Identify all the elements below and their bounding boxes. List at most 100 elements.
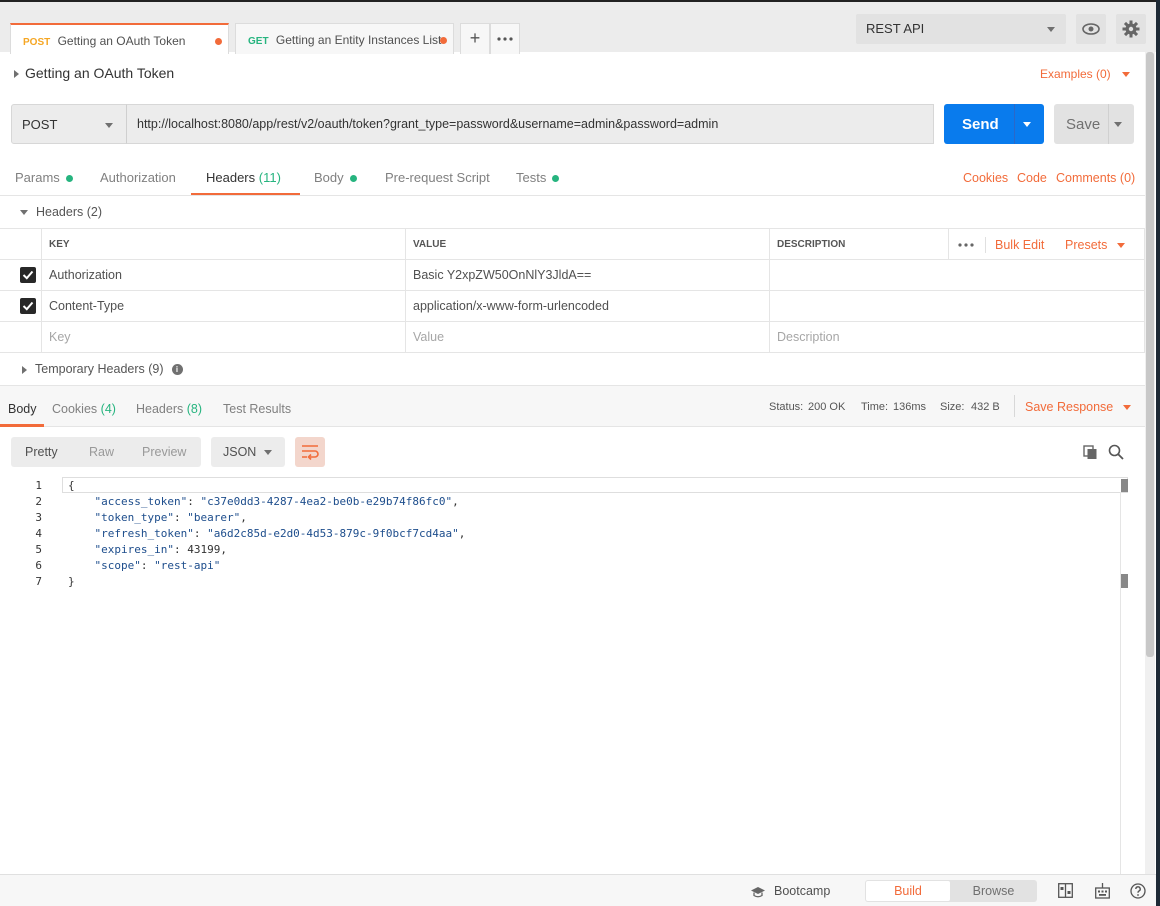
tab-label: Headers <box>206 170 256 185</box>
header-value-input[interactable]: application/x-www-form-urlencoded <box>405 291 769 322</box>
build-browse-toggle: Build Browse <box>865 880 1037 902</box>
size-value: 432 B <box>971 401 1000 413</box>
table-row-new: Key Value Description <box>0 322 1145 353</box>
bootcamp-label: Bootcamp <box>774 884 831 898</box>
help-icon[interactable] <box>1130 883 1146 899</box>
wrap-lines-button[interactable] <box>295 437 325 467</box>
headers-section-toggle[interactable]: Headers (2) <box>20 205 102 219</box>
response-tab-cookies[interactable]: Cookies (4) <box>52 402 116 416</box>
comments-link[interactable]: Comments (0) <box>1056 171 1135 185</box>
json-punct: , <box>220 543 227 556</box>
json-value: "rest-api" <box>154 559 221 572</box>
tab-method: POST <box>23 37 51 48</box>
json-key: "token_type" <box>94 511 174 524</box>
send-label: Send <box>962 116 999 133</box>
divider <box>1014 395 1015 417</box>
header-value-input[interactable]: Basic Y2xpZW50OnNlY3JldA== <box>405 260 769 291</box>
bulk-edit-link[interactable]: Bulk Edit <box>995 238 1044 252</box>
environment-label: REST API <box>866 21 925 36</box>
language-select[interactable]: JSON <box>211 437 285 467</box>
tab-headers[interactable]: Headers (11) <box>206 170 281 185</box>
tab-getting-oauth-token[interactable]: POST Getting an OAuth Token <box>10 23 229 54</box>
environment-select[interactable]: REST API <box>856 14 1066 44</box>
chevron-down-icon <box>105 123 113 128</box>
temporary-headers-toggle[interactable]: Temporary Headers (9) i <box>22 362 183 376</box>
tab-count: (8) <box>186 402 203 416</box>
main-scrollbar-thumb[interactable] <box>1146 52 1154 657</box>
cookies-link[interactable]: Cookies <box>963 171 1008 185</box>
url-input[interactable]: http://localhost:8080/app/rest/v2/oauth/… <box>126 104 934 144</box>
divider <box>0 195 1145 196</box>
tab-body[interactable]: Body <box>314 170 357 185</box>
line-number: 7 <box>35 575 42 588</box>
json-key: "expires_in" <box>94 543 174 556</box>
line-number: 6 <box>35 559 42 572</box>
tab-params[interactable]: Params <box>15 170 73 185</box>
environment-quick-look-button[interactable] <box>1076 14 1106 44</box>
send-button[interactable]: Send <box>944 104 1044 144</box>
bootcamp-button[interactable]: Bootcamp <box>750 884 830 898</box>
header-key-input[interactable]: Content-Type <box>41 291 405 322</box>
header-description-input[interactable] <box>769 260 1145 291</box>
keyboard-shortcuts-icon[interactable] <box>1095 883 1110 899</box>
code-link[interactable]: Code <box>1017 171 1047 185</box>
tab-options-button[interactable] <box>490 23 520 54</box>
two-pane-view-icon[interactable] <box>1058 883 1073 898</box>
request-title[interactable]: Getting an OAuth Token <box>14 65 174 81</box>
browse-button[interactable]: Browse <box>951 881 1036 901</box>
send-options-chevron-icon[interactable] <box>1023 122 1031 127</box>
tab-label: Tests <box>516 170 547 185</box>
new-value-input[interactable]: Value <box>405 322 769 353</box>
json-value: "bearer" <box>187 511 241 524</box>
method-select[interactable]: POST <box>11 104 127 144</box>
response-body-editor[interactable]: 1 { 2 "access_token": "c37e0dd3-4287-4ea… <box>0 476 1130 876</box>
save-response-dropdown[interactable]: Save Response <box>1025 400 1131 414</box>
top-bar: POST Getting an OAuth Token GET Getting … <box>0 0 1160 54</box>
status-dot-icon <box>65 175 73 183</box>
copy-icon[interactable] <box>1083 445 1098 460</box>
tab-count: (11) <box>258 170 281 185</box>
table-header-row: KEY VALUE DESCRIPTION Bulk Edit Presets <box>0 228 1145 260</box>
collapse-triangle-icon <box>20 210 28 216</box>
tab-method: GET <box>248 36 269 47</box>
tab-prerequest-script[interactable]: Pre-request Script <box>385 170 490 185</box>
header-enabled-checkbox[interactable] <box>20 298 36 314</box>
save-label: Save <box>1066 116 1101 133</box>
format-mode-group: Pretty Raw Preview <box>11 437 201 467</box>
response-tab-test-results[interactable]: Test Results <box>223 402 291 416</box>
json-key: "refresh_token" <box>94 527 194 540</box>
gear-icon <box>1122 20 1140 38</box>
new-description-input[interactable]: Description <box>769 322 1145 353</box>
preview-button[interactable]: Preview <box>142 445 186 459</box>
header-description-input[interactable] <box>769 291 1145 322</box>
tab-authorization[interactable]: Authorization <box>100 170 176 185</box>
response-tab-body[interactable]: Body <box>8 402 37 416</box>
manage-environments-button[interactable] <box>1116 14 1146 44</box>
tab-label: Params <box>15 170 60 185</box>
save-divider <box>1108 104 1109 144</box>
tab-getting-entity-list[interactable]: GET Getting an Entity Instances List <box>235 23 454 54</box>
code-line: "token_type": "bearer", <box>94 511 247 524</box>
json-value: "a6d2c85d-e2d0-4d53-879c-9f0bcf7cd4aa" <box>207 527 459 540</box>
new-key-input[interactable]: Key <box>41 322 405 353</box>
presets-dropdown[interactable]: Presets <box>1065 238 1125 252</box>
new-tab-button[interactable]: + <box>460 23 490 54</box>
more-dots-icon[interactable] <box>958 243 974 247</box>
raw-button[interactable]: Raw <box>89 445 114 459</box>
response-tab-headers[interactable]: Headers (8) <box>136 402 202 416</box>
line-number: 3 <box>35 511 42 524</box>
save-button[interactable]: Save <box>1054 104 1134 144</box>
line-number: 2 <box>35 495 42 508</box>
tab-title: Getting an Entity Instances List <box>275 33 442 47</box>
tab-tests[interactable]: Tests <box>516 170 560 185</box>
header-key-input[interactable]: Authorization <box>41 260 405 291</box>
search-icon[interactable] <box>1108 444 1124 460</box>
graduation-cap-icon <box>751 886 765 898</box>
build-button[interactable]: Build <box>866 881 950 901</box>
info-icon[interactable]: i <box>171 364 183 376</box>
pretty-button[interactable]: Pretty <box>25 445 58 459</box>
save-options-chevron-icon[interactable] <box>1114 122 1122 127</box>
examples-dropdown[interactable]: Examples (0) <box>1040 67 1130 81</box>
header-enabled-checkbox[interactable] <box>20 267 36 283</box>
chevron-down-icon <box>1122 72 1130 78</box>
